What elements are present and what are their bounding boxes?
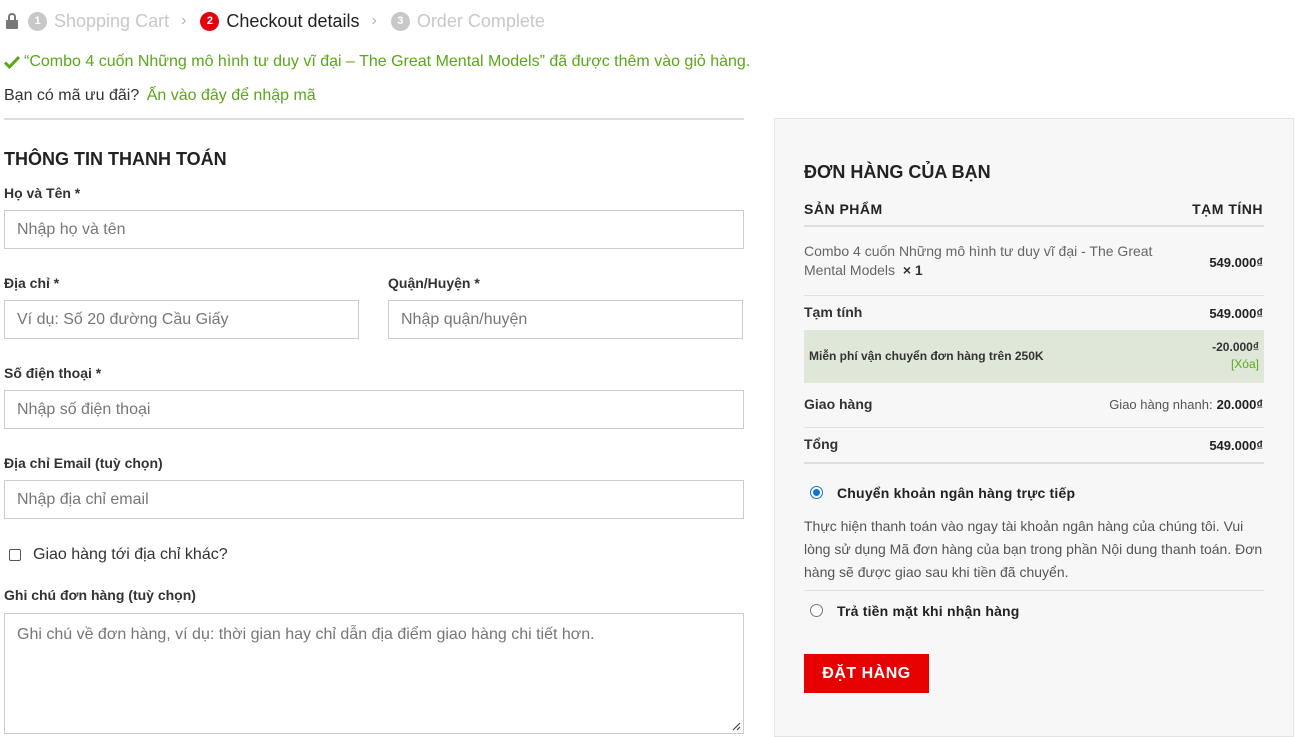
- step-shopping-cart[interactable]: 1 Shopping Cart: [28, 11, 169, 32]
- billing-title: THÔNG TIN THANH TOÁN: [4, 149, 227, 169]
- shipping-value-group: Giao hàng nhanh: 20.000₫: [1109, 397, 1263, 412]
- bank-transfer-radio[interactable]: [810, 486, 823, 499]
- phone-field[interactable]: Nhập số điện thoại: [4, 390, 744, 429]
- step-label: Checkout details: [226, 10, 360, 31]
- col-subtotal-header: TẠM TÍNH: [1192, 201, 1263, 217]
- order-notes-field[interactable]: Ghi chú về đơn hàng, ví dụ: thời gian ha…: [4, 613, 744, 734]
- notes-placeholder: Ghi chú về đơn hàng, ví dụ: thời gian ha…: [17, 626, 595, 643]
- ship-to-different-address[interactable]: Giao hàng tới địa chỉ khác?: [9, 546, 228, 564]
- chevron-right-icon: ›: [371, 12, 377, 29]
- coupon-prompt: Bạn có mã ưu đãi? Ấn vào đây để nhập mã: [4, 87, 316, 105]
- added-to-cart-notice: “Combo 4 cuốn Những mô hình tư duy vĩ đạ…: [4, 53, 750, 71]
- address-field[interactable]: Ví dụ: Số 20 đường Cầu Giấy: [4, 300, 359, 339]
- district-field[interactable]: Nhập quận/huyện: [388, 300, 743, 339]
- step-label: Shopping Cart: [54, 10, 170, 31]
- product-qty: × 1: [902, 262, 923, 278]
- step-label: Order Complete: [416, 10, 545, 31]
- bank-transfer-label[interactable]: Chuyển khoản ngân hàng trực tiếp: [837, 485, 1075, 501]
- order-title: ĐƠN HÀNG CỦA BẠN: [804, 162, 991, 182]
- address-label: Địa chỉ *: [4, 275, 60, 291]
- chevron-right-icon: ›: [181, 12, 187, 29]
- discount-row: Miễn phí vận chuyển đơn hàng trên 250K -…: [804, 330, 1264, 383]
- discount-value: -20.000₫: [1212, 340, 1259, 354]
- ship-different-label: Giao hàng tới địa chỉ khác?: [33, 546, 228, 563]
- product-name: Combo 4 cuốn Những mô hình tư duy vĩ đại…: [804, 243, 1153, 278]
- order-review-panel: ĐƠN HÀNG CỦA BẠN SẢN PHẨM TẠM TÍNH Combo…: [774, 118, 1294, 737]
- shipping-value: 20.000₫: [1216, 397, 1263, 412]
- shipping-label: Giao hàng: [804, 396, 873, 412]
- name-field[interactable]: Nhập họ và tên: [4, 210, 744, 249]
- product-price: 549.000₫: [1209, 255, 1263, 270]
- row-divider: [804, 427, 1264, 428]
- cod-label[interactable]: Trả tiền mặt khi nhận hàng: [837, 603, 1020, 619]
- row-divider: [804, 590, 1264, 591]
- coupon-link[interactable]: Ấn vào đây để nhập mã: [147, 87, 316, 104]
- place-order-button[interactable]: ĐẶT HÀNG: [804, 654, 929, 693]
- coupon-question: Bạn có mã ưu đãi?: [4, 87, 140, 104]
- bank-transfer-description: Thực hiện thanh toán vào ngay tài khoản …: [804, 518, 1263, 580]
- divider: [4, 118, 744, 120]
- shipping-method: Giao hàng nhanh:: [1109, 397, 1213, 412]
- col-product-header: SẢN PHẨM: [804, 201, 883, 217]
- step-checkout-details[interactable]: 2 Checkout details: [200, 11, 359, 32]
- checkmark-icon: [4, 55, 20, 69]
- subtotal-value: 549.000₫: [1209, 306, 1263, 321]
- step-number: 2: [200, 11, 220, 31]
- step-order-complete[interactable]: 3 Order Complete: [390, 10, 545, 32]
- email-field[interactable]: Nhập địa chỉ email: [4, 480, 744, 519]
- district-label: Quận/Huyện *: [388, 275, 480, 291]
- table-divider: [804, 225, 1264, 227]
- total-label: Tổng: [804, 436, 839, 452]
- discount-label: Miễn phí vận chuyển đơn hàng trên 250K: [809, 349, 1044, 363]
- resize-handle-icon[interactable]: [731, 721, 741, 731]
- subtotal-label: Tạm tính: [804, 304, 863, 320]
- checkout-steps: 1 Shopping Cart › 2 Checkout details › 3…: [5, 9, 545, 33]
- cart-item-name: Combo 4 cuốn Những mô hình tư duy vĩ đại…: [804, 242, 1184, 280]
- phone-label: Số điện thoại *: [4, 365, 102, 381]
- email-label: Địa chỉ Email (tuỳ chọn): [4, 455, 163, 471]
- step-number: 3: [390, 11, 410, 31]
- lock-icon: [5, 13, 19, 29]
- notice-text: “Combo 4 cuốn Những mô hình tư duy vĩ đạ…: [24, 53, 751, 70]
- cod-radio[interactable]: [810, 604, 823, 617]
- row-divider: [804, 295, 1264, 296]
- ship-different-checkbox[interactable]: [9, 549, 21, 561]
- step-number: 1: [28, 11, 47, 31]
- remove-discount-link[interactable]: [Xóa]: [1231, 357, 1259, 371]
- name-label: Họ và Tên *: [4, 185, 81, 201]
- total-value: 549.000₫: [1209, 438, 1263, 453]
- notes-label: Ghi chú đơn hàng (tuỳ chọn): [4, 587, 196, 603]
- table-divider: [804, 462, 1264, 464]
